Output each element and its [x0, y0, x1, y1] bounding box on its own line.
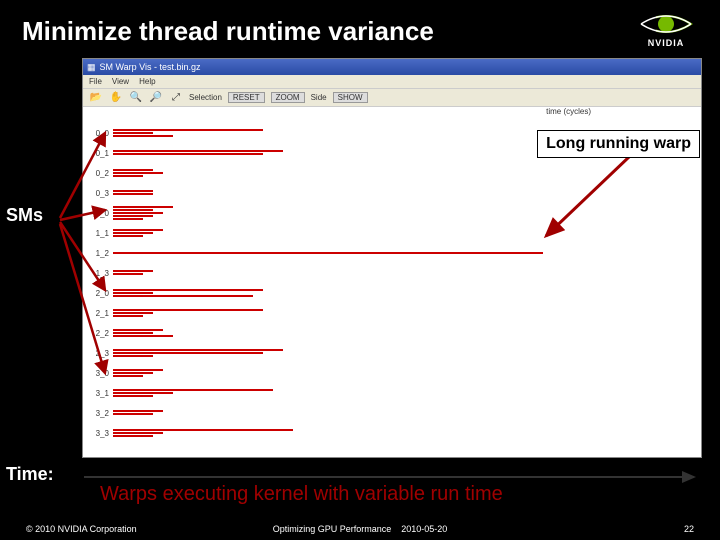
- warp-row: 3_1: [83, 383, 543, 403]
- row-bars: [113, 169, 163, 178]
- caption: Warps executing kernel with variable run…: [100, 483, 503, 506]
- warp-bar: [113, 295, 253, 297]
- window-titlebar: ▦ SM Warp Vis - test.bin.gz: [83, 59, 701, 75]
- row-bars: [113, 429, 293, 438]
- warp-row: 2_1: [83, 303, 543, 323]
- warp-bar: [113, 289, 263, 291]
- hand-icon[interactable]: ✋: [109, 92, 123, 103]
- warp-row: 2_0: [83, 283, 543, 303]
- warp-row: 0_2: [83, 163, 543, 183]
- row-bars: [113, 329, 173, 338]
- warp-bar: [113, 389, 273, 391]
- warp-row: 0_0: [83, 123, 543, 143]
- time-label: Time:: [6, 464, 54, 485]
- warp-row: 0_3: [83, 183, 543, 203]
- arrow-to-long-warp-icon: [540, 156, 660, 256]
- row-bars: [113, 229, 163, 238]
- reset-button[interactable]: RESET: [228, 92, 265, 103]
- warp-bar: [113, 432, 163, 434]
- nvidia-eye-icon: [636, 12, 696, 36]
- time-arrow-icon: [84, 470, 704, 484]
- row-bars: [113, 206, 173, 221]
- row-bars: [113, 410, 163, 416]
- warp-bar: [113, 129, 263, 131]
- warp-row: 1_3: [83, 263, 543, 283]
- page-number: 22: [684, 524, 694, 534]
- row-bars: [113, 252, 543, 255]
- warp-bar: [113, 212, 163, 214]
- warp-row: 2_2: [83, 323, 543, 343]
- warp-bar: [113, 309, 263, 311]
- warp-bar: [113, 392, 173, 394]
- warp-row: 0_1: [83, 143, 543, 163]
- toolbar: 📂 ✋ 🔍 🔎 ⤢ Selection RESET ZOOM Side SHOW: [83, 89, 701, 107]
- row-bars: [113, 369, 163, 378]
- open-icon[interactable]: 📂: [89, 92, 103, 103]
- warp-bar: [113, 135, 173, 137]
- menubar[interactable]: File View Help: [83, 75, 701, 89]
- logo-brand-text: NVIDIA: [648, 38, 685, 48]
- window-title: SM Warp Vis - test.bin.gz: [100, 62, 201, 72]
- selection-label: Selection: [189, 93, 222, 102]
- zoom-out-icon[interactable]: 🔎: [149, 92, 163, 103]
- slide-title: Minimize thread runtime variance: [0, 0, 720, 47]
- warp-bar: [113, 229, 163, 231]
- row-bars: [113, 289, 263, 298]
- warp-bar: [113, 252, 543, 254]
- window-icon: ▦: [87, 62, 96, 73]
- warp-bar: [113, 172, 163, 174]
- row-bars: [113, 309, 263, 318]
- warp-bar: [113, 206, 173, 208]
- nvidia-logo: NVIDIA: [630, 12, 702, 52]
- footer-center: Optimizing GPU Performance 2010-05-20: [273, 524, 448, 534]
- side-label: Side: [311, 93, 327, 102]
- show-button[interactable]: SHOW: [333, 92, 368, 103]
- sms-arrows-icon: [50, 128, 120, 448]
- row-bars: [113, 349, 283, 358]
- row-bars: [113, 129, 263, 138]
- menu-view[interactable]: View: [112, 77, 129, 86]
- warp-bar: [113, 335, 173, 337]
- warp-bar: [113, 153, 263, 155]
- warp-row: 2_3: [83, 343, 543, 363]
- menu-help[interactable]: Help: [139, 77, 155, 86]
- warp-bar: [113, 150, 283, 152]
- warp-rows: 0_00_10_20_31_01_11_21_32_02_12_22_33_03…: [83, 123, 543, 443]
- profiler-window: ▦ SM Warp Vis - test.bin.gz File View He…: [82, 58, 702, 458]
- warp-bar: [113, 352, 263, 354]
- zoom-button[interactable]: ZOOM: [271, 92, 305, 103]
- footer: © 2010 NVIDIA Corporation Optimizing GPU…: [0, 524, 720, 534]
- warp-bar: [113, 410, 163, 412]
- warp-bar: [113, 429, 293, 431]
- warp-bar: [113, 369, 163, 371]
- annotation-long-warp: Long running warp: [537, 130, 700, 158]
- zoom-fit-icon[interactable]: ⤢: [169, 92, 183, 103]
- warp-bar: [113, 349, 283, 351]
- warp-row: 3_0: [83, 363, 543, 383]
- warp-row: 1_1: [83, 223, 543, 243]
- sms-label: SMs: [6, 205, 43, 226]
- warp-row: 3_3: [83, 423, 543, 443]
- warp-row: 3_2: [83, 403, 543, 423]
- footer-title: Optimizing GPU Performance: [273, 524, 392, 534]
- row-bars: [113, 150, 283, 156]
- x-axis-label: time (cycles): [546, 107, 591, 116]
- copyright: © 2010 NVIDIA Corporation: [26, 524, 137, 534]
- warp-row: 1_0: [83, 203, 543, 223]
- footer-date: 2010-05-20: [401, 524, 447, 534]
- row-bars: [113, 389, 273, 398]
- warp-bar: [113, 329, 163, 331]
- zoom-in-icon[interactable]: 🔍: [129, 92, 143, 103]
- menu-file[interactable]: File: [89, 77, 102, 86]
- warp-row: 1_2: [83, 243, 543, 263]
